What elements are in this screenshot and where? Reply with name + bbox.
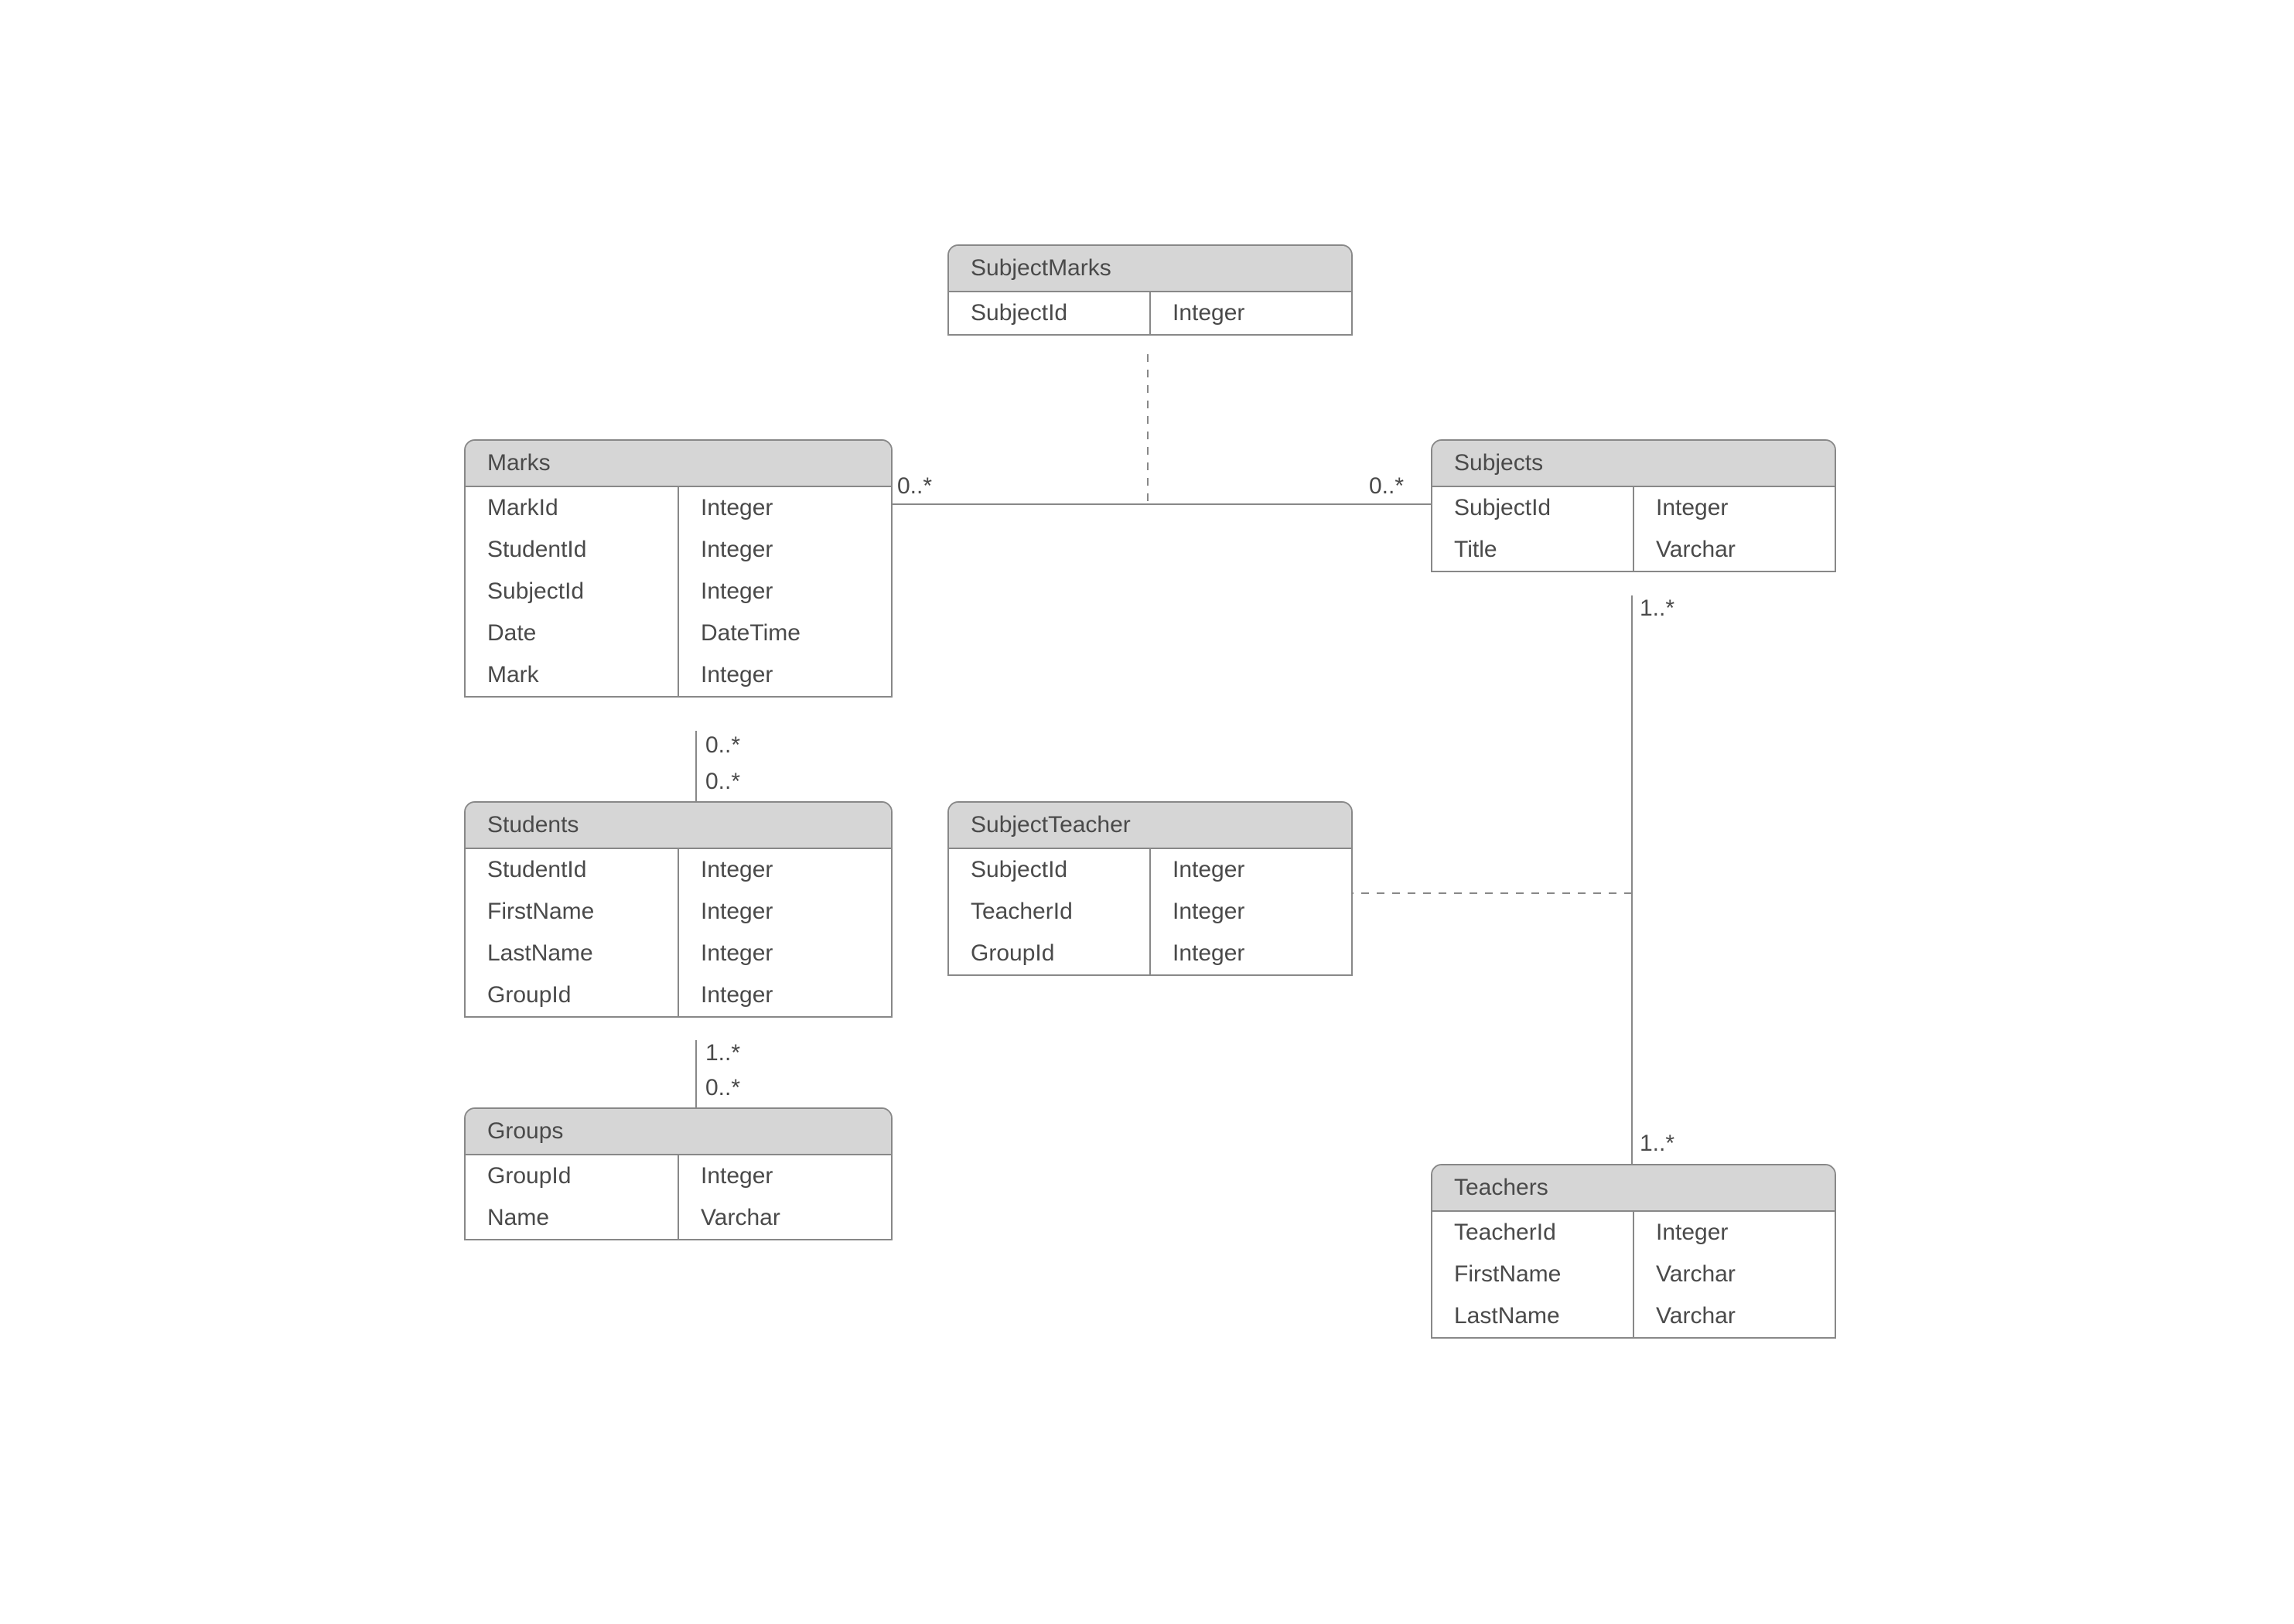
table-row: Name Varchar [466, 1197, 891, 1239]
entity-title: Marks [466, 441, 891, 487]
multiplicity-label: 0..* [897, 473, 932, 500]
entity-title: Teachers [1432, 1165, 1835, 1212]
attr-type: Varchar [679, 1197, 891, 1239]
attr-name: Name [466, 1197, 679, 1239]
table-row: FirstName Integer [466, 891, 891, 933]
attr-name: StudentId [466, 849, 679, 891]
attr-name: GroupId [466, 1155, 679, 1197]
table-row: Mark Integer [466, 654, 891, 696]
attr-name: Mark [466, 654, 679, 696]
entity-title: SubjectMarks [949, 246, 1351, 292]
attr-name: GroupId [466, 974, 679, 1016]
attr-name: FirstName [466, 891, 679, 933]
attr-type: Varchar [1634, 1254, 1835, 1295]
entity-title: Groups [466, 1109, 891, 1155]
attr-type: Integer [1634, 487, 1835, 529]
multiplicity-label: 0..* [705, 732, 740, 759]
attr-type: Varchar [1634, 1295, 1835, 1337]
attr-type: Varchar [1634, 529, 1835, 571]
attr-name: SubjectId [949, 292, 1151, 334]
attr-type: Integer [679, 891, 891, 933]
attr-name: TeacherId [949, 891, 1151, 933]
multiplicity-label: 0..* [1369, 473, 1404, 500]
attr-type: Integer [679, 529, 891, 571]
table-row: MarkId Integer [466, 487, 891, 529]
multiplicity-label: 1..* [1640, 1131, 1674, 1157]
multiplicity-label: 1..* [1640, 595, 1674, 622]
attr-type: Integer [1634, 1212, 1835, 1254]
multiplicity-label: 0..* [705, 1075, 740, 1101]
table-row: Date DateTime [466, 612, 891, 654]
table-row: SubjectId Integer [466, 571, 891, 612]
multiplicity-label: 0..* [705, 769, 740, 795]
attr-type: Integer [679, 933, 891, 974]
attr-name: LastName [466, 933, 679, 974]
entity-title: SubjectTeacher [949, 803, 1351, 849]
attr-type: Integer [1151, 849, 1351, 891]
attr-name: Date [466, 612, 679, 654]
attr-type: Integer [679, 974, 891, 1016]
entity-subjectteacher[interactable]: SubjectTeacher SubjectId Integer Teacher… [947, 801, 1353, 976]
multiplicity-label: 1..* [705, 1040, 740, 1066]
attr-name: TeacherId [1432, 1212, 1634, 1254]
table-row: LastName Integer [466, 933, 891, 974]
table-row: SubjectId Integer [949, 849, 1351, 891]
entity-students[interactable]: Students StudentId Integer FirstName Int… [464, 801, 893, 1018]
attr-type: Integer [1151, 292, 1351, 334]
table-row: SubjectId Integer [1432, 487, 1835, 529]
entity-subjectmarks[interactable]: SubjectMarks SubjectId Integer [947, 244, 1353, 336]
attr-name: MarkId [466, 487, 679, 529]
attr-type: Integer [1151, 933, 1351, 974]
attr-name: LastName [1432, 1295, 1634, 1337]
attr-name: SubjectId [949, 849, 1151, 891]
table-row: StudentId Integer [466, 529, 891, 571]
entity-title: Students [466, 803, 891, 849]
table-row: GroupId Integer [466, 1155, 891, 1197]
attr-type: Integer [679, 571, 891, 612]
entity-marks[interactable]: Marks MarkId Integer StudentId Integer S… [464, 439, 893, 698]
table-row: FirstName Varchar [1432, 1254, 1835, 1295]
attr-type: Integer [1151, 891, 1351, 933]
entity-subjects[interactable]: Subjects SubjectId Integer Title Varchar [1431, 439, 1836, 572]
table-row: StudentId Integer [466, 849, 891, 891]
attr-name: SubjectId [1432, 487, 1634, 529]
entity-teachers[interactable]: Teachers TeacherId Integer FirstName Var… [1431, 1164, 1836, 1339]
entity-title: Subjects [1432, 441, 1835, 487]
attr-type: Integer [679, 849, 891, 891]
attr-type: Integer [679, 487, 891, 529]
table-row: GroupId Integer [466, 974, 891, 1016]
table-row: TeacherId Integer [949, 891, 1351, 933]
attr-type: DateTime [679, 612, 891, 654]
attr-name: GroupId [949, 933, 1151, 974]
entity-groups[interactable]: Groups GroupId Integer Name Varchar [464, 1107, 893, 1240]
attr-type: Integer [679, 654, 891, 696]
attr-name: SubjectId [466, 571, 679, 612]
attr-name: FirstName [1432, 1254, 1634, 1295]
attr-name: Title [1432, 529, 1634, 571]
table-row: LastName Varchar [1432, 1295, 1835, 1337]
table-row: TeacherId Integer [1432, 1212, 1835, 1254]
table-row: Title Varchar [1432, 529, 1835, 571]
table-row: GroupId Integer [949, 933, 1351, 974]
attr-type: Integer [679, 1155, 891, 1197]
table-row: SubjectId Integer [949, 292, 1351, 334]
attr-name: StudentId [466, 529, 679, 571]
